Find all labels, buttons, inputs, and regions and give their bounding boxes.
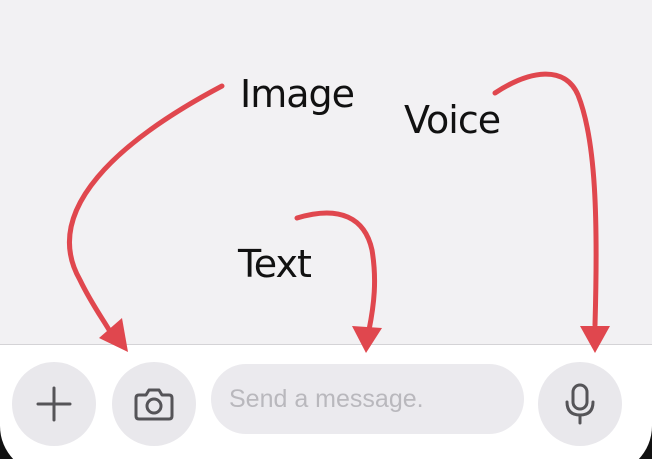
voice-message-button[interactable] [538, 362, 622, 446]
microphone-icon [563, 382, 597, 426]
plus-icon [34, 384, 74, 424]
add-attachment-button[interactable] [12, 362, 96, 446]
camera-button[interactable] [112, 362, 196, 446]
message-input[interactable] [211, 364, 524, 434]
text-annotation-label: Text [238, 242, 312, 286]
voice-arrow [492, 71, 599, 328]
image-annotation-label: Image [240, 72, 355, 116]
voice-annotation-label: Voice [404, 98, 501, 142]
camera-icon [133, 386, 175, 422]
image-arrow [67, 83, 225, 338]
chat-screen: Image Voice Text [0, 0, 652, 459]
